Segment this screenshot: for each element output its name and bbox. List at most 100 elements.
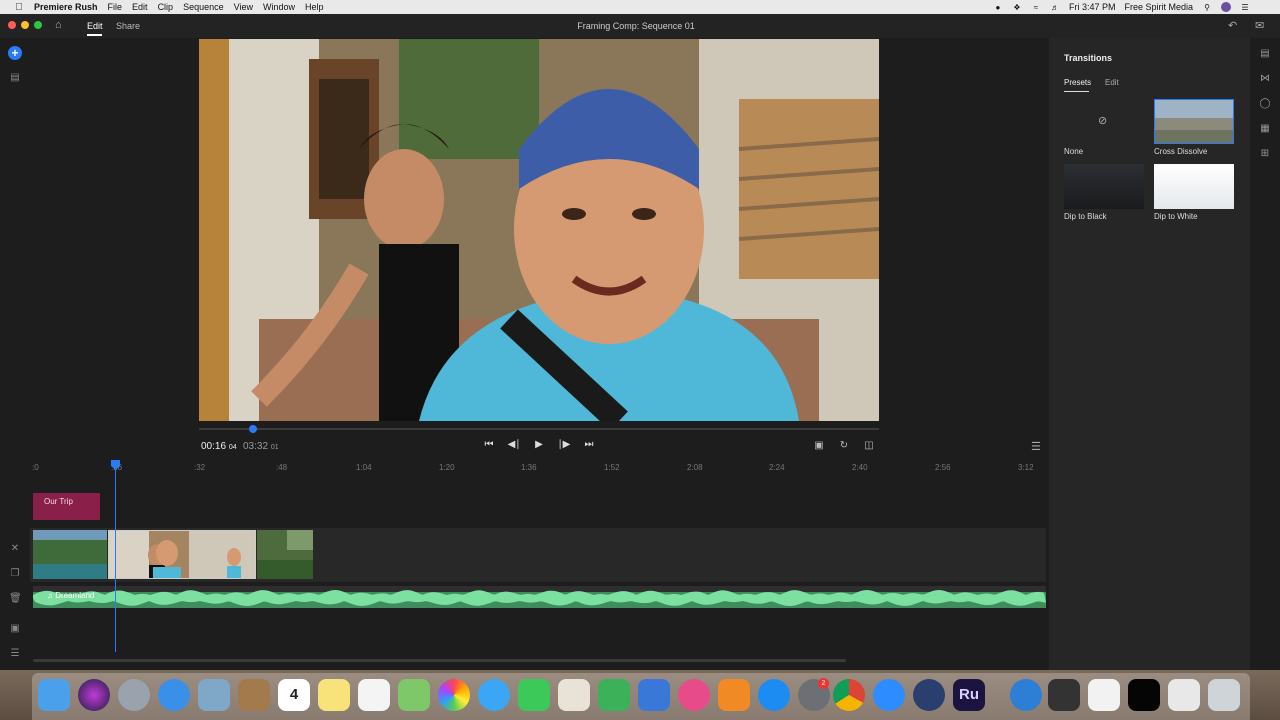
creative-cloud-icon[interactable]: ● (993, 3, 1003, 12)
audio-waveform (33, 586, 1046, 606)
menu-sequence[interactable]: Sequence (183, 2, 224, 12)
transitions-icon[interactable]: ⋈ (1259, 73, 1271, 84)
timeline-menu-icon[interactable]: ☰ (1031, 440, 1041, 453)
music-note-icon: ♫ (47, 591, 53, 600)
transition-cross-dissolve[interactable] (1154, 99, 1234, 144)
premiere-rush-icon[interactable]: Ru (953, 679, 985, 711)
current-timecode[interactable]: 00:16 04 (201, 441, 237, 452)
video-clip-2-selected[interactable] (108, 530, 256, 579)
volume-icon[interactable]: ♬ (1050, 3, 1060, 12)
facetime-icon[interactable] (518, 679, 550, 711)
loop-icon[interactable]: ↻ (837, 440, 851, 451)
transition-dip-to-black[interactable] (1064, 164, 1144, 209)
window-titlebar: ⌂ Edit Share Framing Comp: Sequence 01 ↶… (0, 14, 1280, 38)
play-icon[interactable]: ▶ (532, 439, 546, 450)
numbers-icon[interactable] (598, 679, 630, 711)
video-clip-1[interactable] (33, 530, 107, 579)
notification-badge: 2 (818, 678, 829, 689)
messages-icon[interactable] (478, 679, 510, 711)
zoom-icon[interactable] (873, 679, 905, 711)
maps-icon[interactable] (398, 679, 430, 711)
launchpad-icon[interactable] (118, 679, 150, 711)
step-back-icon[interactable]: ◀∣ (507, 439, 521, 450)
timeline-list-icon[interactable]: ☰ (9, 648, 21, 659)
siri-icon[interactable] (78, 679, 110, 711)
transform-crop-icon[interactable]: ⊞ (1259, 148, 1271, 159)
document-icon[interactable] (1088, 679, 1120, 711)
color-icon[interactable]: ◯ (1259, 98, 1271, 109)
rush-label: Ru (959, 686, 979, 703)
go-to-start-icon[interactable]: ⏮ (482, 439, 496, 450)
menubar-user[interactable]: Free Spirit Media (1124, 2, 1193, 12)
apple-menu-icon[interactable]:  (12, 2, 26, 13)
books-icon[interactable] (718, 679, 750, 711)
photos-icon[interactable] (438, 679, 470, 711)
chrome-icon[interactable] (833, 679, 865, 711)
wifi-icon[interactable]: ≈ (1031, 3, 1041, 12)
clip-thumbnail-people (109, 531, 255, 578)
menu-clip[interactable]: Clip (158, 2, 174, 12)
titles-icon[interactable]: ▤ (1259, 48, 1271, 59)
mail-icon[interactable] (1168, 679, 1200, 711)
globe-icon[interactable] (1010, 679, 1042, 711)
ruler-label: 2:24 (769, 463, 785, 472)
transition-dip-to-white[interactable] (1154, 164, 1234, 209)
notification-center-icon[interactable]: ☰ (1240, 3, 1250, 12)
track-controls-icon[interactable]: ▣ (9, 623, 21, 634)
menu-app-name[interactable]: Premiere Rush (34, 2, 98, 12)
preview-scrub-handle[interactable] (249, 425, 257, 433)
calendar-icon[interactable]: 4 (278, 679, 310, 711)
menu-view[interactable]: View (234, 2, 253, 12)
itunes-icon[interactable] (678, 679, 710, 711)
notes-folder-icon[interactable] (238, 679, 270, 711)
user-avatar-icon[interactable] (1221, 2, 1231, 12)
timeline-ruler[interactable]: :0 :16 :32 :48 1:04 1:20 1:36 1:52 2:08 … (30, 460, 1048, 476)
audio-clip-dreamland[interactable] (33, 586, 1046, 608)
go-to-end-icon[interactable]: ⏭ (582, 439, 596, 450)
trash-icon[interactable] (1208, 679, 1240, 711)
quicktime-icon[interactable] (913, 679, 945, 711)
add-media-button[interactable]: + (8, 46, 22, 60)
menu-edit[interactable]: Edit (132, 2, 148, 12)
preview-icon[interactable] (198, 679, 230, 711)
preview-scrub-bar[interactable] (199, 428, 879, 430)
transition-none[interactable]: ⊘ (1064, 99, 1144, 144)
comments-icon[interactable]: ✉ (1255, 19, 1264, 32)
tab-edit-transition[interactable]: Edit (1105, 78, 1119, 87)
clip-thumbnail-forest (257, 530, 313, 579)
split-clip-icon[interactable]: ✕ (9, 543, 21, 554)
duplicate-clip-icon[interactable]: ❐ (9, 568, 21, 579)
clip-thumbnail-landscape (33, 530, 107, 579)
menubar-clock[interactable]: Fri 3:47 PM (1069, 2, 1116, 12)
fullscreen-icon[interactable]: ◫ (862, 440, 876, 451)
calendar-day: 4 (289, 686, 299, 703)
timeline-horizontal-scrollbar[interactable] (33, 659, 846, 662)
fit-frame-icon[interactable]: ▣ (812, 440, 826, 451)
finder-icon[interactable] (38, 679, 70, 711)
reminders-icon[interactable] (358, 679, 390, 711)
menu-help[interactable]: Help (305, 2, 324, 12)
menu-window[interactable]: Window (263, 2, 295, 12)
step-forward-icon[interactable]: ∣▶ (557, 439, 571, 450)
video-clip-3[interactable] (257, 530, 313, 579)
ruler-label: :48 (276, 463, 288, 472)
undo-icon[interactable]: ↶ (1228, 19, 1237, 32)
safari-icon[interactable] (158, 679, 190, 711)
spotlight-search-icon[interactable]: ⚲ (1202, 3, 1212, 12)
speed-icon[interactable]: ▦ (1259, 123, 1271, 134)
keyboard-icon[interactable] (1048, 679, 1080, 711)
transitions-panel: Transitions Presets Edit ⊘ None Cross Di… (1049, 38, 1250, 670)
terminal-icon[interactable] (1128, 679, 1160, 711)
tab-presets[interactable]: Presets (1064, 78, 1091, 87)
stickies-icon[interactable] (318, 679, 350, 711)
title-clip[interactable]: Our Trip (33, 493, 100, 520)
project-assets-icon[interactable]: ▤ (9, 72, 21, 83)
ruler-label: 1:20 (439, 463, 455, 472)
delete-clip-icon[interactable]: 🗑 (9, 593, 22, 604)
menu-file[interactable]: File (108, 2, 123, 12)
app-store-icon[interactable] (758, 679, 790, 711)
keynote-presentation-icon[interactable] (638, 679, 670, 711)
program-monitor-preview[interactable] (199, 39, 879, 421)
control-strip-icon[interactable]: ❖ (1012, 3, 1022, 12)
keynote-icon[interactable] (558, 679, 590, 711)
